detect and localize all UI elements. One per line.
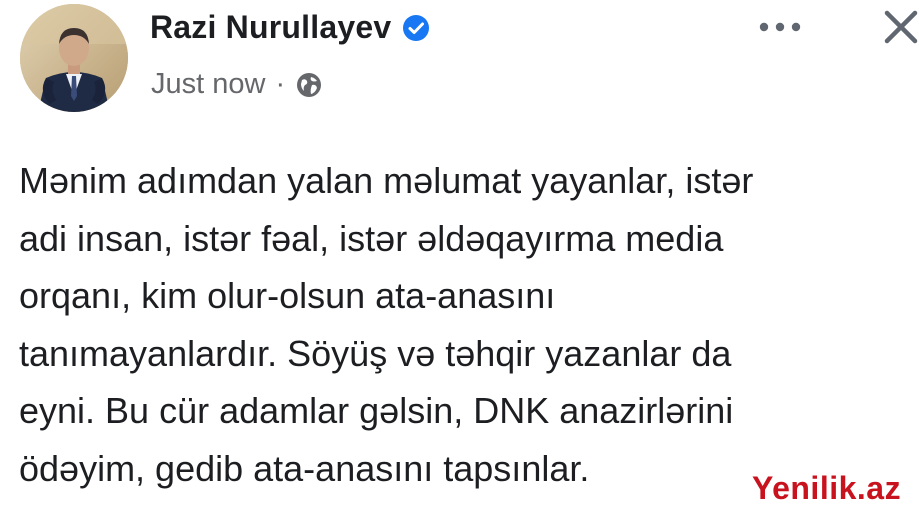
post-timestamp[interactable]: Just now <box>151 68 265 101</box>
profile-photo <box>20 4 128 112</box>
meta-separator: · <box>275 68 286 100</box>
post-card: Razi Nurullayev Just now · Mənim adımdan… <box>0 0 919 514</box>
avatar[interactable] <box>20 4 128 112</box>
post-meta: Just now · <box>151 68 323 101</box>
author-row: Razi Nurullayev <box>150 9 431 46</box>
author-name[interactable]: Razi Nurullayev <box>150 9 391 46</box>
verified-badge-icon <box>401 13 431 43</box>
more-options-icon[interactable] <box>752 12 808 42</box>
close-icon[interactable] <box>869 8 919 50</box>
globe-icon[interactable] <box>295 71 323 99</box>
post-text: Mənim adımdan yalan məlumat yayanlar, is… <box>19 160 754 489</box>
watermark: Yenilik.az <box>752 470 902 506</box>
